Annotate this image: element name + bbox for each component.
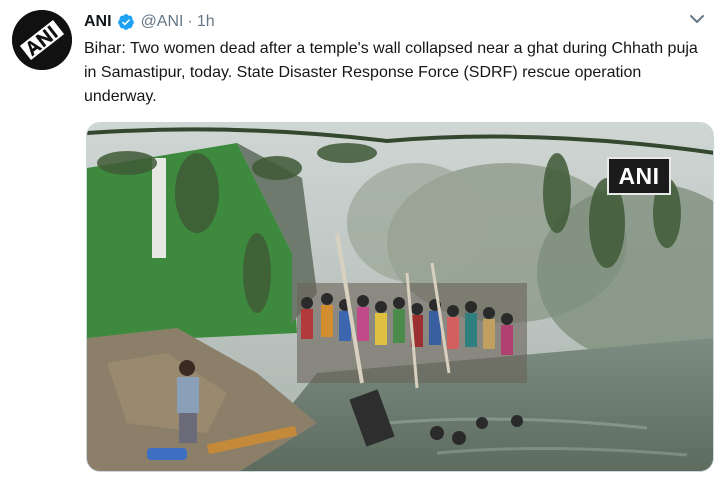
ani-watermark: ANI [607, 157, 671, 195]
ani-logo-icon [12, 10, 72, 70]
verified-badge-icon [117, 13, 135, 31]
avatar[interactable] [12, 10, 72, 70]
tweet-card[interactable]: ANI @ANI · 1h Bihar: Two women dead afte… [0, 0, 720, 481]
tweet-media[interactable]: ANI [86, 122, 714, 472]
separator-dot: · [187, 13, 193, 30]
tweet-text: Bihar: Two women dead after a temple's w… [84, 40, 698, 105]
tweet-header: ANI @ANI · 1h [84, 11, 215, 33]
timestamp[interactable]: 1h [197, 13, 215, 31]
chevron-down-icon[interactable] [688, 10, 706, 28]
display-name[interactable]: ANI [84, 13, 112, 31]
author-handle[interactable]: @ANI [141, 13, 184, 31]
